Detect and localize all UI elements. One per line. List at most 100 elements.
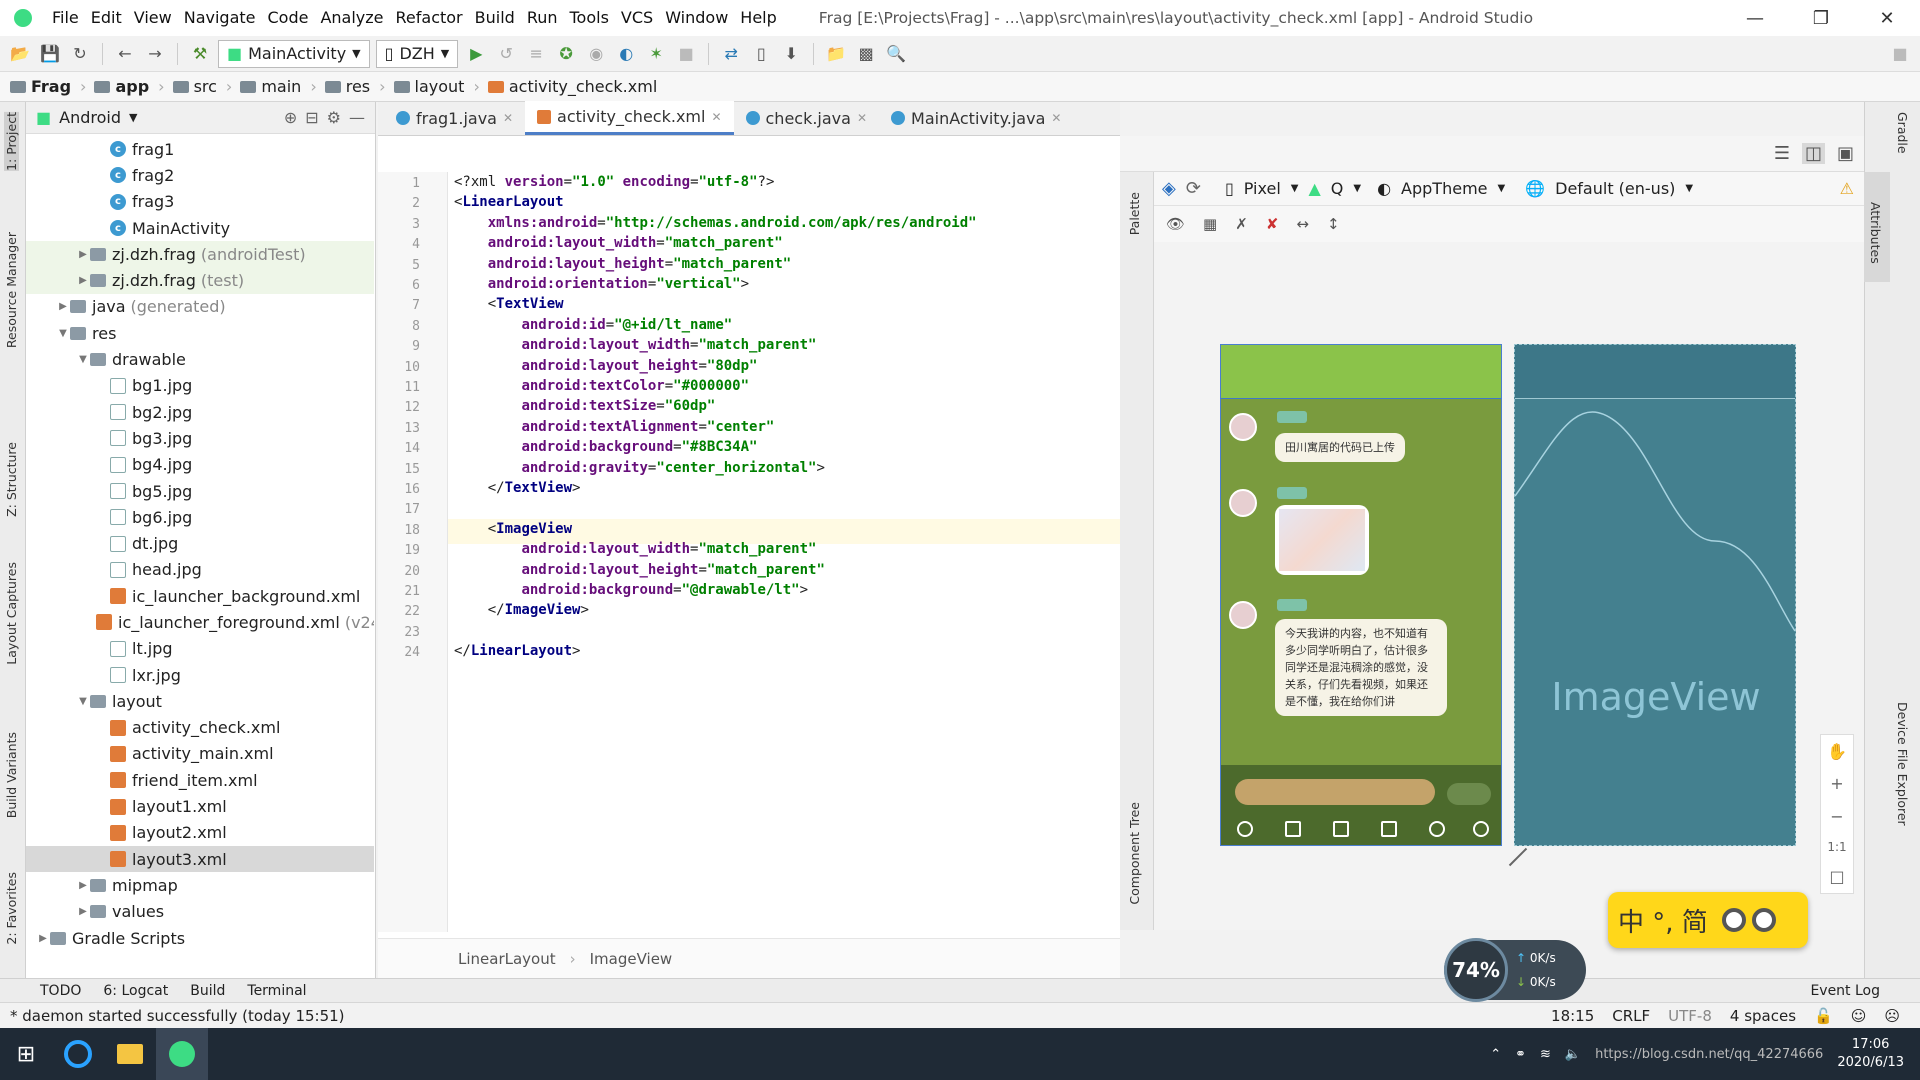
- tool-gradle[interactable]: Gradle: [1895, 112, 1910, 154]
- menu-window[interactable]: Window: [659, 0, 734, 36]
- breadcrumb-item-frag[interactable]: Frag ›: [10, 77, 86, 96]
- collapsed-arrow-icon[interactable]: ▶: [56, 301, 70, 312]
- tool-structure[interactable]: Z: Structure: [4, 442, 19, 517]
- code-line[interactable]: android:gravity="center_horizontal">: [454, 458, 824, 478]
- save-icon[interactable]: 💾: [38, 42, 62, 66]
- open-folder-icon[interactable]: 📂: [8, 42, 32, 66]
- search-icon[interactable]: 🔍: [884, 42, 908, 66]
- locale-selector[interactable]: Default (en-us): [1555, 179, 1675, 198]
- code-line[interactable]: </LinearLayout>: [454, 641, 580, 661]
- close-tab-icon[interactable]: ✕: [711, 110, 721, 124]
- collapse-all-icon[interactable]: ⊟: [305, 108, 318, 127]
- tree-item[interactable]: ▼ res: [26, 320, 374, 346]
- tool-favorites[interactable]: 2: Favorites: [4, 872, 19, 945]
- constraints-icon[interactable]: ✗: [1235, 215, 1248, 233]
- minimize-icon[interactable]: —: [1722, 8, 1788, 29]
- tree-item[interactable]: friend_item.xml: [26, 767, 374, 793]
- stop-icon[interactable]: ■: [674, 42, 698, 66]
- locate-icon[interactable]: ⊕: [284, 108, 297, 127]
- tree-item[interactable]: bg3.jpg: [26, 425, 374, 451]
- file-encoding[interactable]: UTF-8: [1668, 1007, 1712, 1025]
- tool-attributes[interactable]: Attributes: [1868, 202, 1883, 264]
- collapsed-arrow-icon[interactable]: ▶: [76, 906, 90, 917]
- code-view-icon[interactable]: ☰: [1774, 143, 1790, 164]
- gradle-sync-icon[interactable]: ⇄: [719, 42, 743, 66]
- tool-build[interactable]: Build: [190, 983, 225, 999]
- menu-help[interactable]: Help: [734, 0, 782, 36]
- breadcrumb-item-main[interactable]: main ›: [240, 77, 317, 96]
- collapsed-arrow-icon[interactable]: ▶: [76, 275, 90, 286]
- code-line[interactable]: <?xml version="1.0" encoding="utf-8"?>: [454, 172, 774, 192]
- close-tab-icon[interactable]: ✕: [503, 111, 513, 125]
- maximize-icon[interactable]: ❐: [1788, 8, 1854, 29]
- crumb-imageview[interactable]: ImageView: [590, 950, 673, 968]
- profiler-gauge-icon[interactable]: ◐: [614, 42, 638, 66]
- menu-code[interactable]: Code: [262, 0, 315, 36]
- breadcrumb-item-app[interactable]: app ›: [94, 77, 165, 96]
- back-arrow-icon[interactable]: ←: [113, 42, 137, 66]
- tree-item[interactable]: ▶ Gradle Scripts: [26, 925, 374, 951]
- close-tab-icon[interactable]: ✕: [857, 111, 867, 125]
- api-selector[interactable]: Q: [1331, 179, 1344, 198]
- tree-item[interactable]: bg5.jpg: [26, 478, 374, 504]
- horizontal-guides-icon[interactable]: ↔: [1296, 215, 1309, 233]
- tool-event-log[interactable]: Event Log: [1810, 983, 1880, 999]
- tab-frag1-java[interactable]: frag1.java ✕: [384, 101, 525, 135]
- hammer-icon[interactable]: ⚒: [188, 42, 212, 66]
- tree-item[interactable]: activity_main.xml: [26, 741, 374, 767]
- ime-toolbar[interactable]: 中 °, 简: [1608, 892, 1808, 948]
- tool-project[interactable]: 1: Project: [4, 112, 19, 171]
- tool-logcat[interactable]: 6: Logcat: [103, 983, 168, 999]
- tree-item[interactable]: c frag1: [26, 136, 374, 162]
- code-line[interactable]: android:orientation="vertical">: [454, 274, 749, 294]
- eye-icon[interactable]: 👁: [1166, 215, 1185, 233]
- code-line[interactable]: android:background="@drawable/lt">: [454, 580, 808, 600]
- tree-item[interactable]: c frag2: [26, 162, 374, 188]
- code-line[interactable]: android:background="#8BC34A": [454, 437, 757, 457]
- tool-device-file-explorer[interactable]: Device File Explorer: [1895, 702, 1910, 826]
- network-icon[interactable]: ⚭: [1515, 1047, 1526, 1062]
- collapsed-arrow-icon[interactable]: ▶: [36, 933, 50, 944]
- menu-analyze[interactable]: Analyze: [314, 0, 389, 36]
- terminal-window-icon[interactable]: ▩: [854, 42, 878, 66]
- split-view-icon[interactable]: ◫: [1801, 143, 1825, 164]
- code-line[interactable]: android:layout_height="match_parent": [454, 560, 824, 580]
- code-line[interactable]: android:id="@+id/lt_name": [454, 315, 732, 335]
- code-line[interactable]: <TextView: [454, 294, 564, 314]
- tree-item[interactable]: bg1.jpg: [26, 373, 374, 399]
- design-preview[interactable]: 田川寓居的代码已上传 今天我讲的内容，也不知道有多少同学听明白了，估计很多同学还…: [1220, 344, 1502, 846]
- sync-icon[interactable]: ↻: [68, 42, 92, 66]
- caret-position[interactable]: 18:15: [1551, 1007, 1594, 1025]
- tab-mainactivity-java[interactable]: MainActivity.java ✕: [879, 101, 1073, 135]
- lock-icon[interactable]: 🔓: [1814, 1007, 1833, 1025]
- theme-selector[interactable]: AppTheme: [1401, 179, 1487, 198]
- code-line[interactable]: xmlns:android="http://schemas.android.co…: [454, 213, 977, 233]
- expanded-arrow-icon[interactable]: ▼: [76, 354, 90, 365]
- zoom-fit-icon[interactable]: □: [1829, 867, 1844, 886]
- code-line[interactable]: <LinearLayout: [454, 192, 564, 212]
- code-editor[interactable]: <?xml version="1.0" encoding="utf-8"?> <L…: [448, 172, 1120, 932]
- breadcrumb-item-src[interactable]: src ›: [172, 77, 232, 96]
- code-line[interactable]: </ImageView>: [454, 600, 589, 620]
- tool-resource-manager[interactable]: Resource Manager: [4, 232, 19, 348]
- code-line[interactable]: <ImageView: [454, 519, 572, 539]
- expanded-arrow-icon[interactable]: ▼: [56, 328, 70, 339]
- tree-item[interactable]: lt.jpg: [26, 636, 374, 662]
- code-line[interactable]: android:layout_width="match_parent": [454, 335, 816, 355]
- hide-panel-icon[interactable]: —: [349, 108, 365, 127]
- menu-run[interactable]: Run: [521, 0, 564, 36]
- tree-item[interactable]: layout3.xml: [26, 846, 374, 873]
- avd-manager-icon[interactable]: ▯: [749, 42, 773, 66]
- menu-vcs[interactable]: VCS: [615, 0, 659, 36]
- tool-todo[interactable]: TODO: [40, 983, 81, 999]
- sad-icon[interactable]: ☹: [1884, 1007, 1900, 1025]
- tree-item[interactable]: ▶ values: [26, 899, 374, 925]
- layers-icon[interactable]: ◈: [1162, 178, 1176, 199]
- indent-setting[interactable]: 4 spaces: [1730, 1007, 1796, 1025]
- zoom-out-icon[interactable]: −: [1830, 807, 1843, 826]
- expanded-arrow-icon[interactable]: ▼: [76, 696, 90, 707]
- run-config-dropdown[interactable]: ■ MainActivity ▼: [218, 39, 370, 68]
- tab-activity-check-xml[interactable]: activity_check.xml ✕: [525, 101, 734, 135]
- code-line[interactable]: android:layout_height="80dp": [454, 356, 757, 376]
- tool-layout-captures[interactable]: Layout Captures: [4, 562, 19, 665]
